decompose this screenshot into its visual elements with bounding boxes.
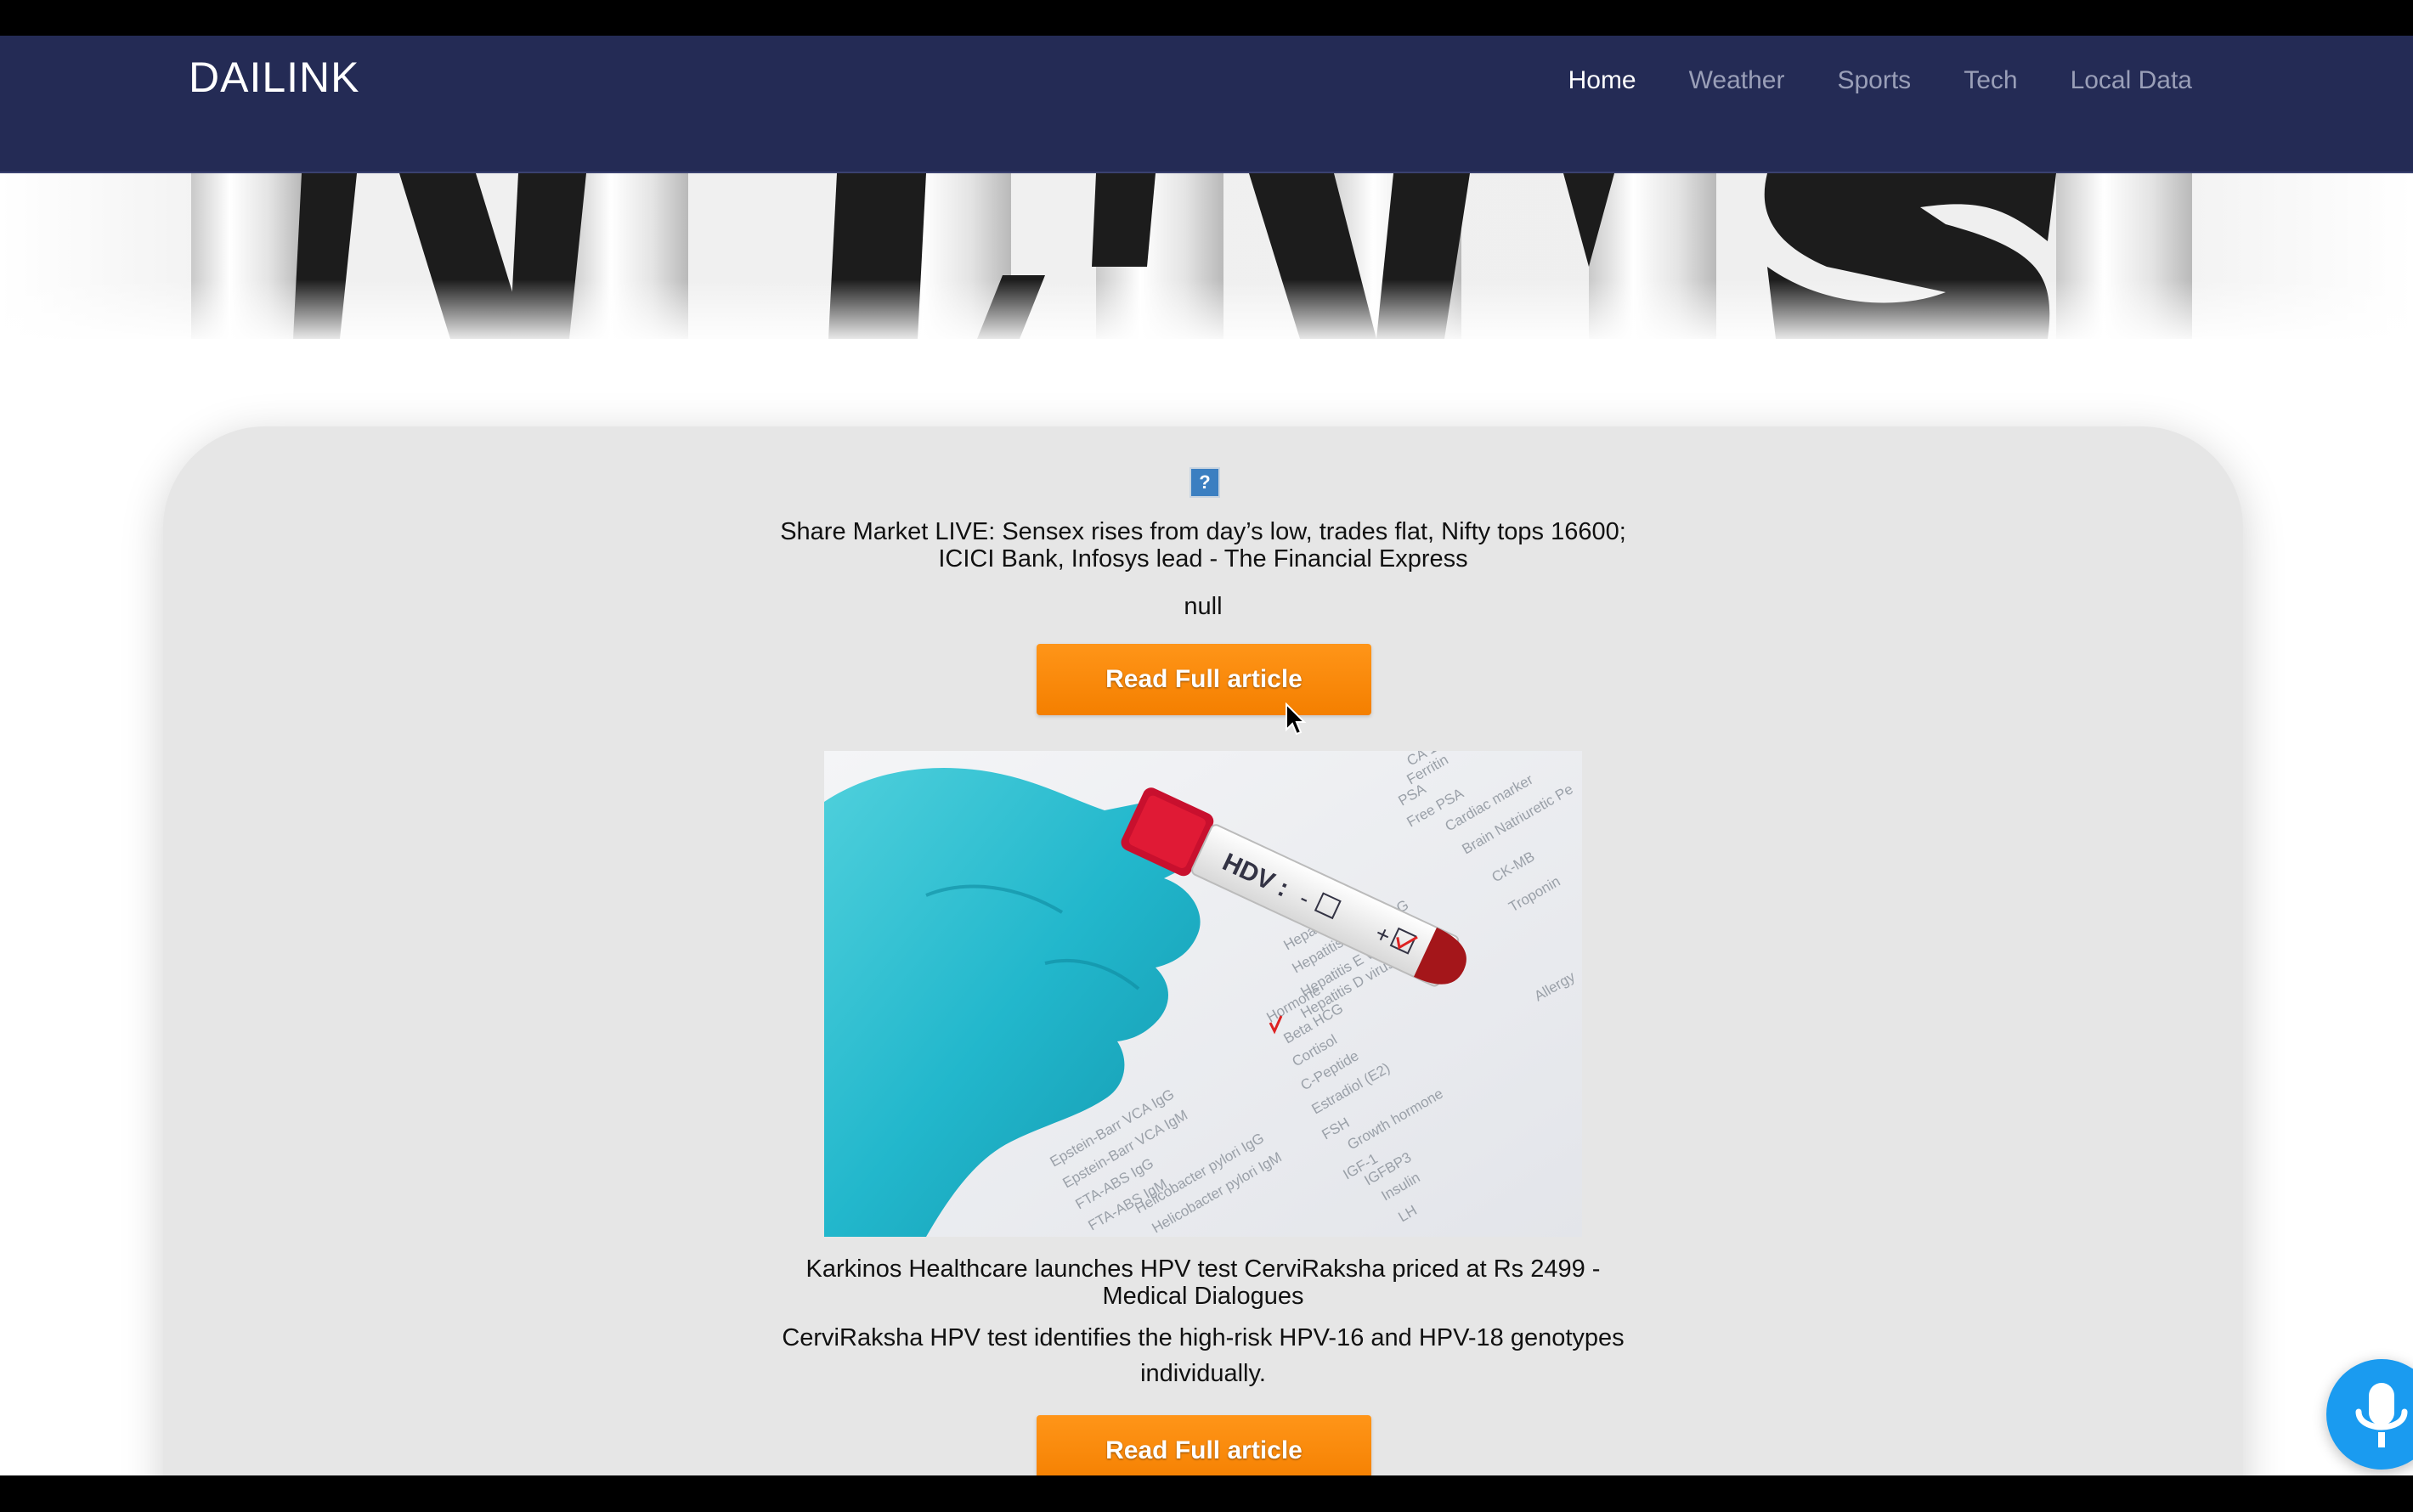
hero-fade [0, 279, 2413, 339]
browser-frame: DAILINK Home Weather Sports Tech Local D… [0, 0, 2413, 1512]
article-description: null [1184, 593, 1223, 620]
article-description: CerviRaksha HPV test identifies the high… [782, 1324, 1625, 1387]
broken-image-icon: ? [1190, 467, 1220, 498]
nav-link-local-data[interactable]: Local Data [2071, 66, 2192, 95]
article-image[interactable]: Hormone Beta HCG Cortisol C-Peptide Estr… [824, 751, 1582, 1237]
hpv-test-photo: Hormone Beta HCG Cortisol C-Peptide Estr… [824, 751, 1582, 1237]
page: DAILINK Home Weather Sports Tech Local D… [0, 36, 2413, 1475]
microphone-icon [2355, 1383, 2408, 1447]
brand-logo[interactable]: DAILINK [189, 53, 360, 102]
hero-banner [0, 173, 2413, 339]
mouse-pointer-icon [1286, 702, 1307, 736]
voice-search-button[interactable] [2326, 1359, 2413, 1470]
top-navbar: DAILINK Home Weather Sports Tech Local D… [0, 36, 2413, 173]
article-title: Share Market LIVE: Sensex rises from day… [780, 518, 1626, 573]
nav-link-weather[interactable]: Weather [1689, 66, 1785, 95]
read-full-article-button[interactable]: Read Full article [1037, 1415, 1371, 1475]
read-full-article-button[interactable]: Read Full article [1037, 644, 1371, 715]
nav-link-sports[interactable]: Sports [1837, 66, 1911, 95]
nav-link-home[interactable]: Home [1568, 66, 1636, 95]
nav-links: Home Weather Sports Tech Local Data [1516, 66, 2192, 95]
nav-link-tech[interactable]: Tech [1964, 66, 2017, 95]
article-title: Karkinos Healthcare launches HPV test Ce… [805, 1255, 1601, 1310]
news-card-container: ? Share Market LIVE: Sensex rises from d… [163, 426, 2243, 1475]
